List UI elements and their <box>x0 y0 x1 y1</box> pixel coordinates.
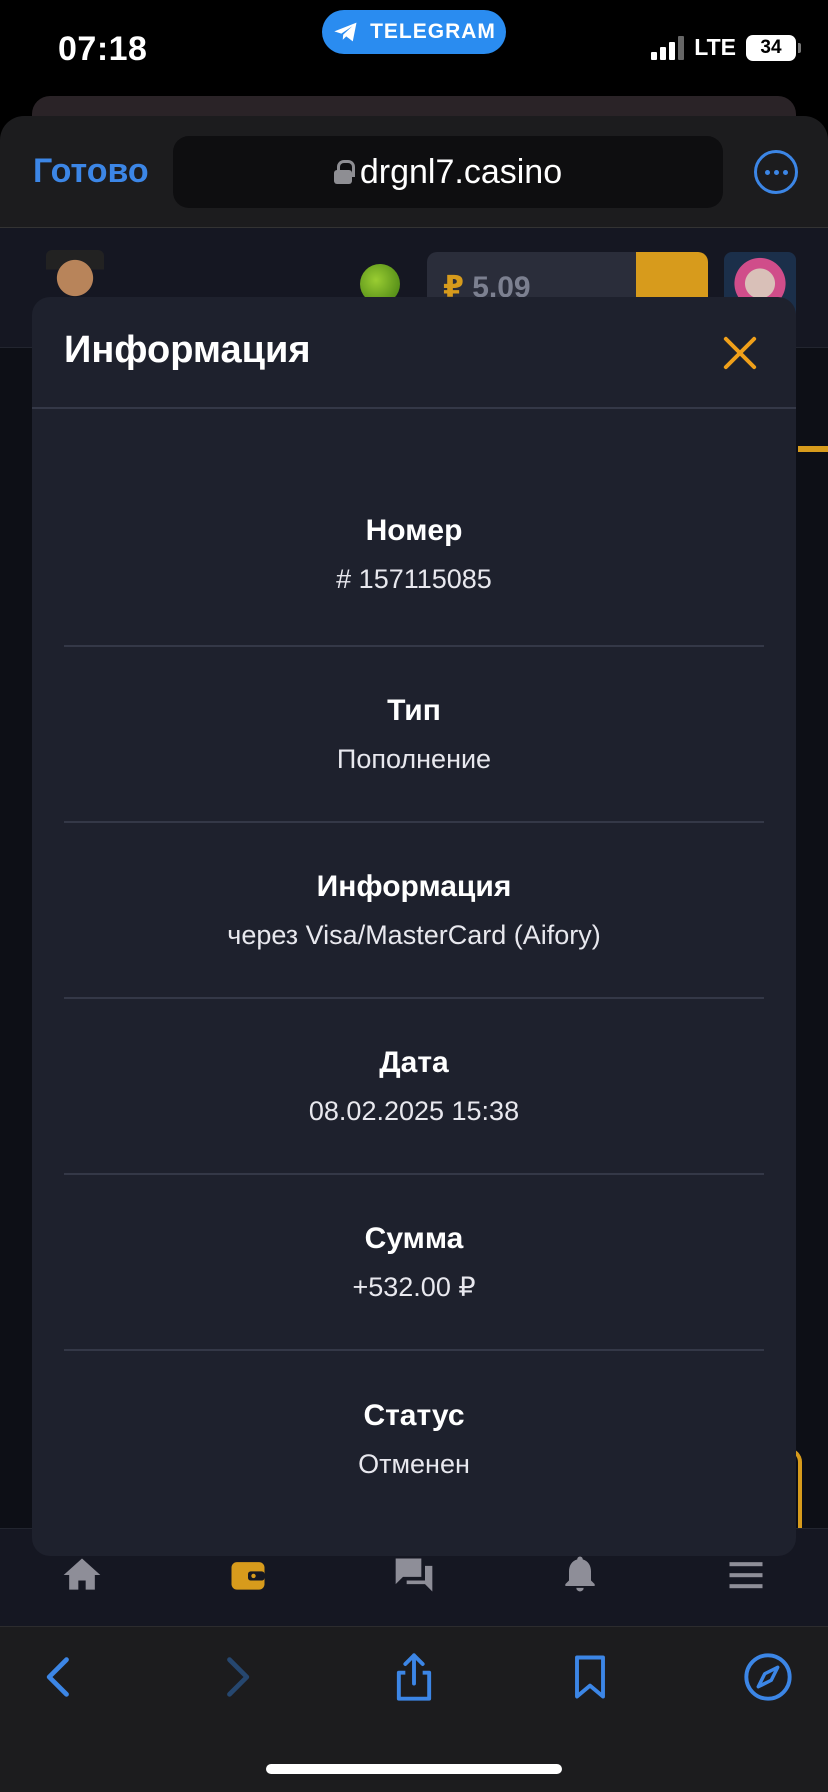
telegram-return-pill[interactable]: TELEGRAM <box>322 10 506 54</box>
telegram-icon <box>334 22 357 42</box>
row-value: 08.02.2025 15:38 <box>308 1095 520 1126</box>
info-row-date: Дата 08.02.2025 15:38 <box>64 999 764 1175</box>
row-label: Дата <box>379 1045 449 1079</box>
forward-icon[interactable] <box>210 1651 262 1703</box>
info-row-number: Номер # 157115085 <box>64 409 764 647</box>
modal-header: Информация <box>32 297 796 409</box>
menu-icon[interactable] <box>724 1553 768 1597</box>
home-indicator[interactable] <box>266 1764 562 1774</box>
close-icon[interactable] <box>722 335 758 371</box>
bell-icon[interactable] <box>558 1553 602 1597</box>
battery-level: 34 <box>760 36 782 58</box>
compass-icon[interactable] <box>742 1651 794 1703</box>
signal-icon <box>651 35 685 60</box>
done-button[interactable]: Готово <box>33 152 149 191</box>
browser-top-bar: Готово drgnl7.casino <box>0 116 828 228</box>
row-label: Номер <box>365 513 463 547</box>
lock-icon <box>333 160 355 184</box>
transaction-info-modal: Информация Номер # 157115085 Тип Пополне… <box>32 297 796 1556</box>
row-label: Тип <box>387 693 441 727</box>
row-label: Информация <box>316 869 512 903</box>
info-row-details: Информация через Visa/MasterCard (Aifory… <box>64 823 764 999</box>
tab-indicator <box>798 446 828 452</box>
status-bar: 07:18 TELEGRAM LTE 34 <box>0 0 828 100</box>
row-value: Пополнение <box>336 743 492 774</box>
info-row-type: Тип Пополнение <box>64 647 764 823</box>
row-value: через Visa/MasterCard (Aifory) <box>227 919 601 950</box>
row-label: Статус <box>363 1398 465 1432</box>
status-time: 07:18 <box>58 30 148 68</box>
wallet-icon[interactable] <box>226 1553 270 1597</box>
row-value: +532.00 ₽ <box>352 1271 476 1302</box>
battery-icon: 34 <box>746 34 801 61</box>
row-value: # 157115085 <box>336 563 492 594</box>
telegram-label: TELEGRAM <box>370 20 496 43</box>
info-rows: Номер # 157115085 Тип Пополнение Информа… <box>32 409 796 1527</box>
url-text: drgnl7.casino <box>359 152 563 191</box>
share-icon[interactable] <box>388 1651 440 1703</box>
network-type: LTE <box>694 34 736 60</box>
url-bar[interactable]: drgnl7.casino <box>173 136 723 208</box>
bookmarks-icon[interactable] <box>564 1651 616 1703</box>
back-icon[interactable] <box>34 1651 86 1703</box>
modal-title: Информация <box>64 329 311 371</box>
chat-icon[interactable] <box>392 1553 436 1597</box>
row-label: Сумма <box>364 1221 464 1255</box>
status-indicators: LTE 34 <box>651 34 801 61</box>
row-value: Отменен <box>358 1448 470 1479</box>
more-options-button[interactable] <box>754 150 798 194</box>
home-icon[interactable] <box>60 1553 104 1597</box>
info-row-status: Статус Отменен <box>64 1351 764 1527</box>
info-row-amount: Сумма +532.00 ₽ <box>64 1175 764 1351</box>
